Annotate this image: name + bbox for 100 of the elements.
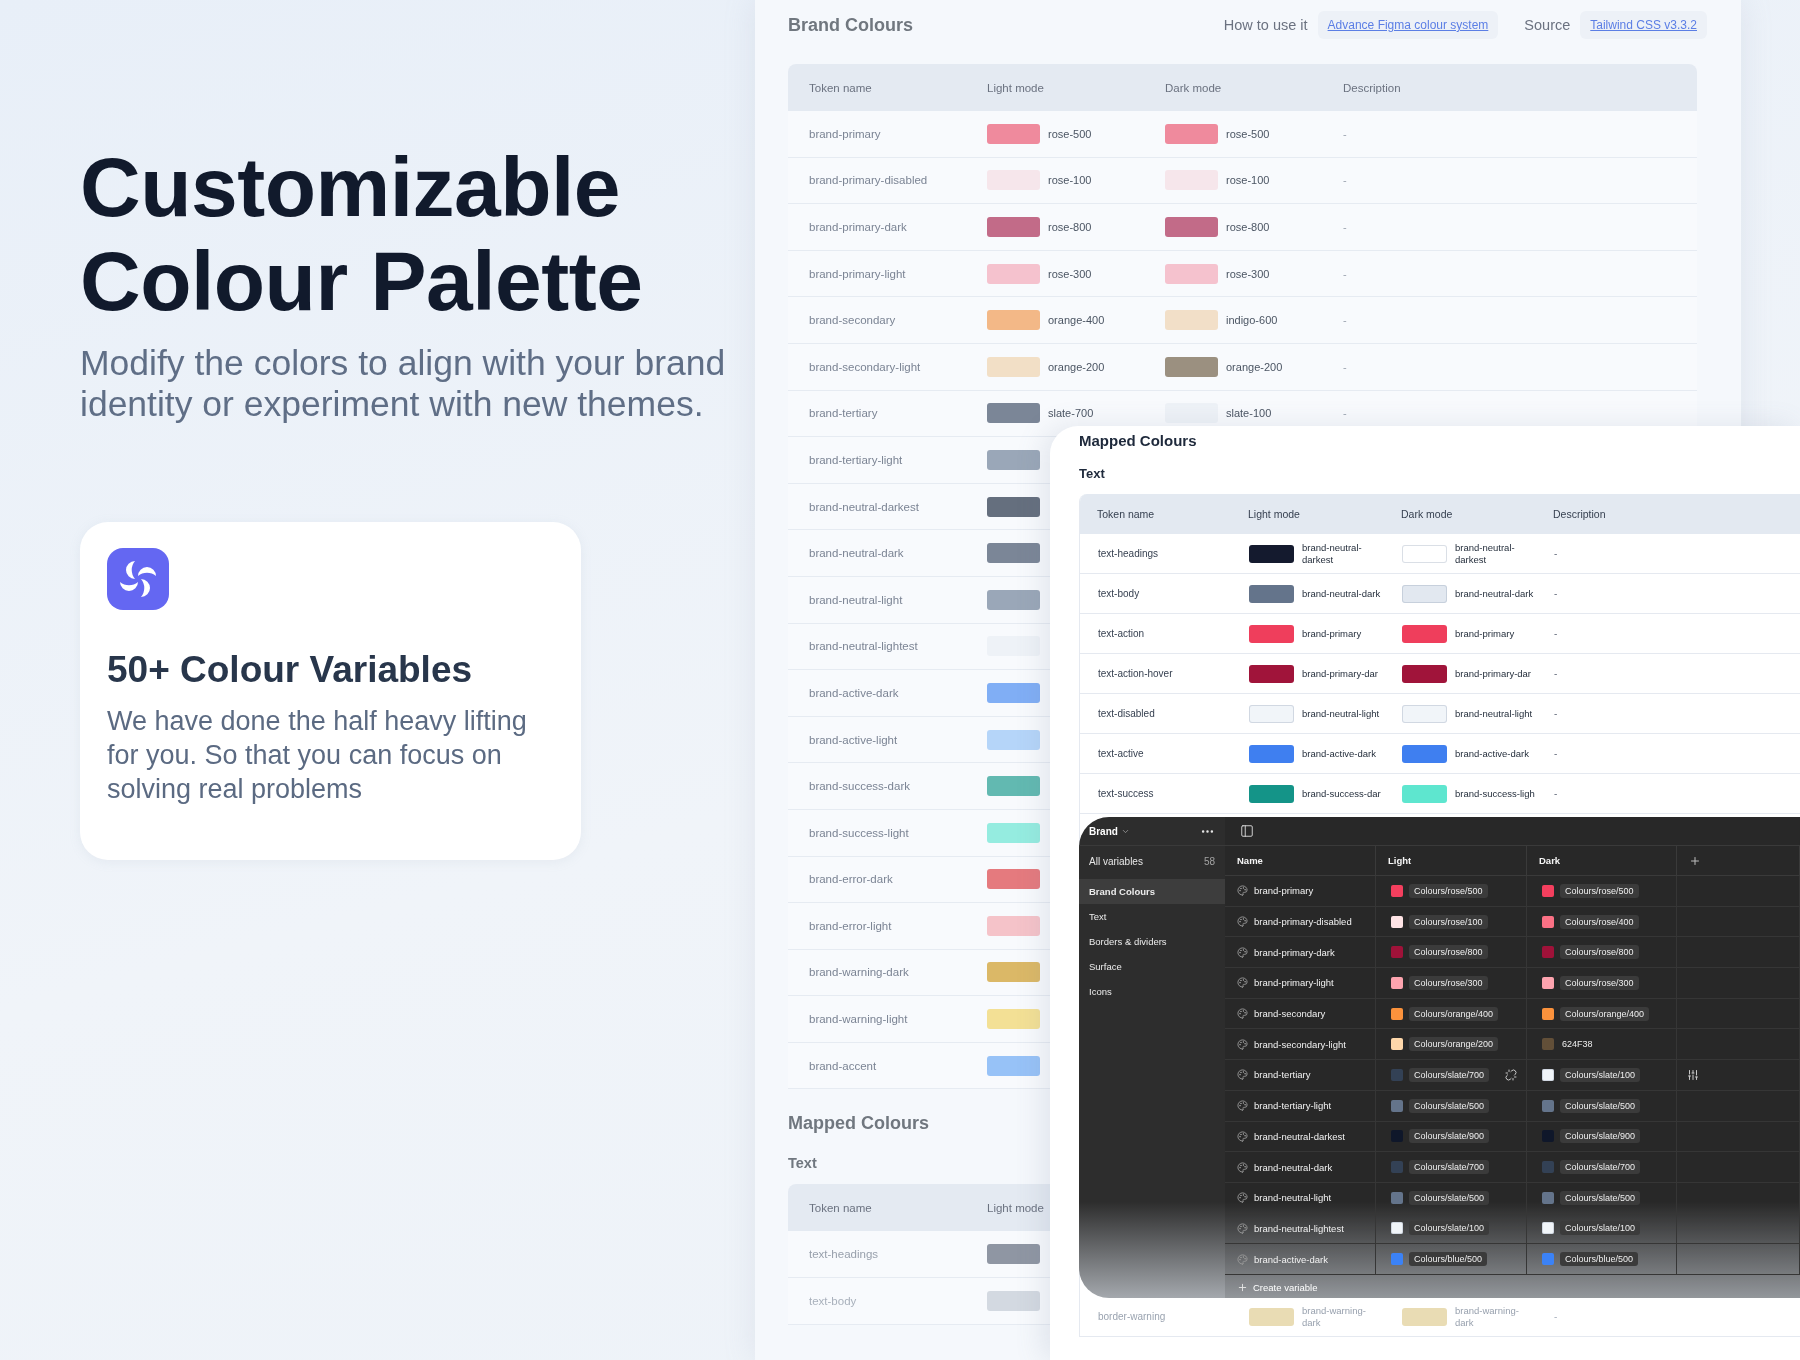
- token-name: brand-warning-light: [809, 1013, 908, 1026]
- palette-icon: [1237, 1192, 1248, 1204]
- value-chip[interactable]: Colours/slate/500: [1560, 1190, 1641, 1205]
- link-label: How to use it: [1223, 17, 1308, 33]
- variable-name: brand-primary-dark: [1254, 946, 1335, 958]
- token-name: brand-error-dark: [809, 873, 893, 886]
- variable-name: brand-active-dark: [1254, 1253, 1328, 1265]
- value-chip[interactable]: Colours/slate/700: [1409, 1067, 1490, 1082]
- palette-icon: [1237, 885, 1248, 897]
- value-chip[interactable]: Colours/blue/500: [1560, 1252, 1639, 1267]
- value-chip[interactable]: Colours/slate/900: [1409, 1129, 1490, 1144]
- colour-token-value: brand-warning-dark: [1302, 1304, 1367, 1329]
- value-chip[interactable]: Colours/orange/400: [1409, 1006, 1499, 1021]
- variable-name: brand-neutral-dark: [1254, 1161, 1333, 1173]
- sidebar-toggle-icon[interactable]: [1240, 824, 1254, 838]
- hex-value[interactable]: 624F38: [1562, 1039, 1593, 1050]
- variable-name: brand-tertiary: [1254, 1069, 1311, 1081]
- description-text: -: [1554, 588, 1558, 599]
- variable-name: brand-neutral-light: [1254, 1192, 1332, 1204]
- sidebar-item[interactable]: Brand Colours: [1079, 879, 1225, 904]
- unlink-icon[interactable]: [1505, 1068, 1517, 1081]
- colour-token-value: slate-700: [1048, 407, 1094, 420]
- token-name: brand-warning-dark: [809, 966, 909, 979]
- sidebar-item[interactable]: Surface: [1079, 954, 1225, 979]
- description-text: -: [1343, 127, 1347, 140]
- token-name: text-action-hover: [1098, 668, 1173, 679]
- palette-icon: [1237, 1069, 1248, 1081]
- value-chip[interactable]: Colours/rose/800: [1560, 945, 1639, 960]
- value-chip[interactable]: Colours/orange/200: [1409, 1037, 1499, 1052]
- value-chip[interactable]: Colours/orange/400: [1560, 1006, 1650, 1021]
- description-text: -: [1554, 1311, 1558, 1322]
- colour-token-value: brand-success-ligh: [1455, 787, 1536, 800]
- sidebar-item[interactable]: Borders & dividers: [1079, 929, 1225, 954]
- value-chip[interactable]: Colours/slate/900: [1560, 1129, 1641, 1144]
- token-name: text-disabled: [1098, 708, 1155, 719]
- colour-token-value: brand-neutral-dark: [1455, 587, 1535, 600]
- panel-title: Mapped Colours: [1079, 431, 1197, 451]
- token-name: brand-success-light: [809, 826, 909, 839]
- sidebar-item[interactable]: All variables 58: [1079, 846, 1225, 876]
- value-chip[interactable]: Colours/blue/500: [1409, 1252, 1488, 1267]
- palette-icon: [1237, 946, 1248, 958]
- value-chip[interactable]: Colours/slate/100: [1409, 1221, 1490, 1236]
- headline: Customizable Colour Palette: [80, 140, 644, 328]
- card-body-text: We have done the half heavy lifting for you. So that you can focus on solving real problems: [107, 705, 528, 806]
- token-name: brand-accent: [809, 1059, 877, 1072]
- variable-name: brand-secondary-light: [1254, 1038, 1346, 1050]
- column-header: Dark mode: [1400, 508, 1454, 520]
- link-label: Source: [1524, 17, 1571, 33]
- sidebar-item[interactable]: Icons: [1079, 979, 1225, 1004]
- item-count: 58: [1203, 855, 1215, 867]
- add-icon[interactable]: [1689, 854, 1701, 867]
- description-text: -: [1343, 267, 1347, 280]
- colour-token-value: brand-neutral-light: [1455, 707, 1534, 720]
- colour-token-value: orange-200: [1226, 360, 1283, 373]
- variable-name: brand-primary-disabled: [1254, 916, 1352, 928]
- colour-token-value: brand-primary: [1455, 627, 1516, 640]
- token-name: brand-primary-dark: [809, 221, 907, 233]
- palette-icon: [1237, 1253, 1248, 1265]
- value-chip[interactable]: Colours/rose/300: [1560, 975, 1639, 990]
- sliders-icon[interactable]: [1687, 1068, 1699, 1081]
- column-header: Token name: [808, 81, 873, 94]
- subtitle: Modify the colors to align with your brand identity or experiment with new themes.: [80, 343, 727, 425]
- sidebar-item[interactable]: Text: [1079, 904, 1225, 929]
- value-chip[interactable]: Colours/rose/400: [1560, 914, 1639, 929]
- token-name: brand-active-dark: [809, 686, 899, 699]
- value-chip[interactable]: Colours/slate/100: [1560, 1221, 1641, 1236]
- swirl-logo-icon: [107, 548, 169, 610]
- value-chip[interactable]: Colours/slate/500: [1409, 1098, 1490, 1113]
- value-chip[interactable]: Colours/rose/800: [1409, 945, 1488, 960]
- description-text: -: [1554, 548, 1558, 559]
- value-chip[interactable]: Colours/slate/100: [1560, 1067, 1641, 1082]
- description-text: -: [1343, 221, 1347, 233]
- variable-name: brand-tertiary-light: [1254, 1100, 1332, 1112]
- token-name: brand-active-light: [809, 733, 898, 746]
- value-chip[interactable]: Colours/rose/300: [1409, 975, 1488, 990]
- column-header: Light mode: [986, 81, 1045, 94]
- token-name: brand-neutral-darkest: [809, 500, 919, 513]
- value-chip[interactable]: Colours/slate/500: [1409, 1190, 1490, 1205]
- palette-icon: [1237, 916, 1248, 928]
- collection-dropdown[interactable]: Brand: [1089, 825, 1130, 837]
- token-name: brand-secondary-light: [809, 360, 921, 373]
- value-chip[interactable]: Colours/rose/500: [1409, 883, 1488, 898]
- value-chip[interactable]: Colours/rose/500: [1560, 883, 1639, 898]
- value-chip[interactable]: Colours/slate/500: [1560, 1098, 1641, 1113]
- colour-token-value: rose-300: [1226, 267, 1270, 280]
- column-header: Light mode: [986, 1201, 1045, 1214]
- token-name: brand-secondary: [809, 314, 896, 327]
- column-header: Description: [1552, 508, 1607, 520]
- column-header: Token name: [1096, 508, 1156, 520]
- column-header: Dark mode: [1164, 81, 1223, 94]
- value-chip[interactable]: Colours/slate/700: [1560, 1160, 1641, 1175]
- description-text: -: [1343, 314, 1347, 327]
- token-name: brand-primary-disabled: [809, 174, 928, 187]
- token-name: text-headings: [809, 1248, 879, 1261]
- colour-token-value: rose-100: [1048, 174, 1092, 187]
- colour-token-value: rose-500: [1226, 127, 1270, 140]
- palette-icon: [1237, 1130, 1248, 1142]
- value-chip[interactable]: Colours/rose/100: [1409, 914, 1488, 929]
- value-chip[interactable]: Colours/slate/700: [1409, 1160, 1490, 1175]
- description-text: -: [1554, 788, 1558, 799]
